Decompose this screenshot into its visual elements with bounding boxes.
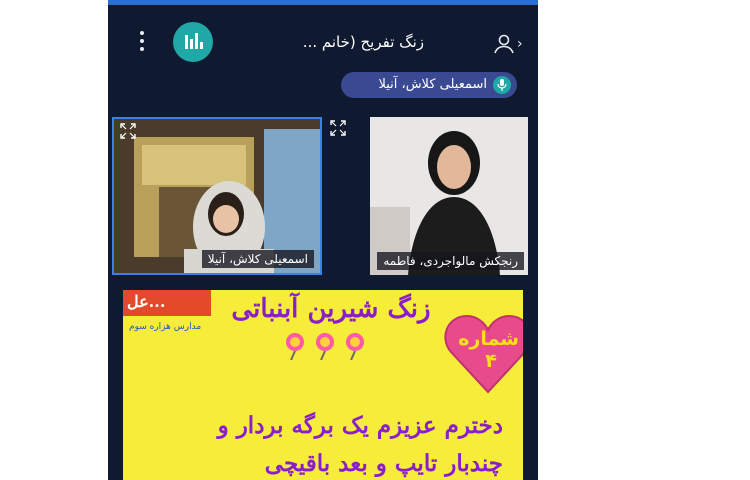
badge-text: شماره ۴: [458, 328, 519, 372]
chevron-icon[interactable]: ›: [517, 36, 523, 52]
video-tile[interactable]: رنجکش مالواجردی، فاطمه: [370, 117, 528, 275]
poster-title: زنگ شیرین آبنباتی: [231, 294, 431, 324]
brand-logo: عل...: [123, 290, 211, 316]
shared-poster: عل... مدارس هزاره سوم زنگ شیرین آبنباتی …: [123, 290, 523, 480]
brand-subtitle: مدارس هزاره سوم: [129, 322, 202, 332]
user-icon[interactable]: [492, 32, 516, 56]
header: زنگ تفریح (خانم ... ›: [108, 5, 538, 67]
meeting-title: زنگ تفریح (خانم ...: [302, 33, 424, 51]
logo-text: عل...: [127, 292, 166, 311]
participant-name: رنجکش مالواجردی، فاطمه: [377, 252, 524, 270]
participant-name: اسمعیلی کلاش، آنیلا: [201, 250, 314, 268]
expand-icon[interactable]: [330, 120, 346, 136]
active-speaker-pill: اسمعیلی کلاش، آنیلا: [341, 72, 517, 98]
poster-line-2: چندبار تایپ و بعد باقیچی: [264, 450, 503, 477]
meeting-app: زنگ تفریح (خانم ... › اسمعیلی کلاش، آنیل…: [108, 0, 538, 480]
mic-icon: [493, 76, 511, 94]
video-tile[interactable]: اسمعیلی کلاش، آنیلا: [112, 117, 322, 275]
poster-line-1: دخترم عزیزم یک برگه بردار و: [217, 412, 503, 439]
lollipop-icons: [286, 333, 364, 360]
bars-icon[interactable]: [173, 22, 213, 62]
expand-icon[interactable]: [120, 123, 136, 139]
speaker-name: اسمعیلی کلاش، آنیلا: [378, 77, 487, 92]
kebab-icon[interactable]: [138, 31, 146, 55]
